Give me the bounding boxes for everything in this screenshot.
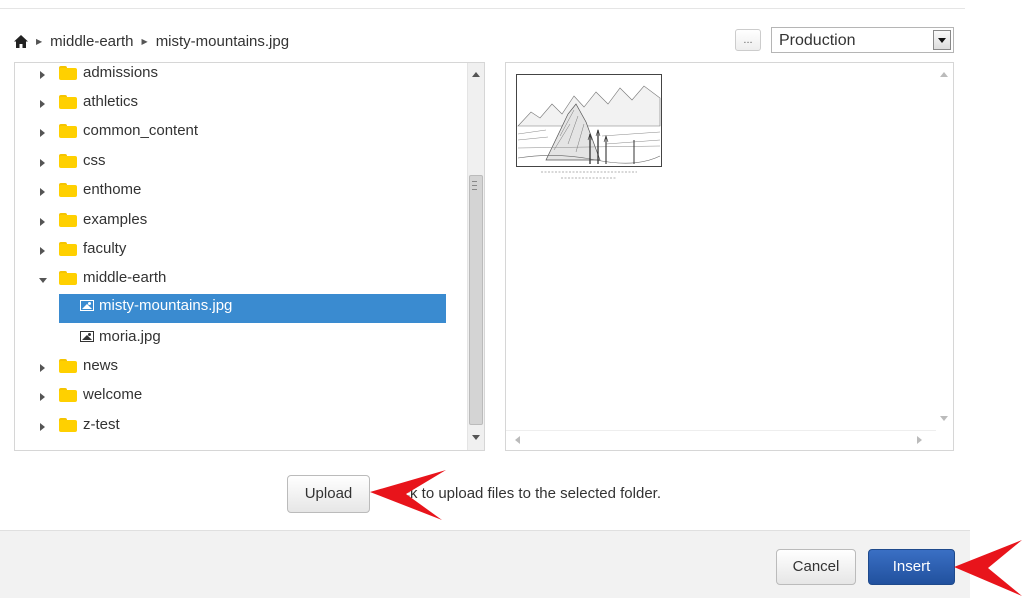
tree-item-moria[interactable]: moria.jpg xyxy=(15,325,458,354)
scroll-left-icon[interactable] xyxy=(515,436,520,444)
tree-item-misty-mountains[interactable]: misty-mountains.jpg xyxy=(59,294,446,323)
folder-icon xyxy=(59,124,77,138)
expand-caret-icon[interactable] xyxy=(40,159,45,167)
scroll-up-icon[interactable] xyxy=(940,72,948,77)
tree-item-label: news xyxy=(83,357,119,374)
folder-tree-panel: admissions athletics common_content css … xyxy=(14,62,485,451)
dropdown-arrow-icon[interactable] xyxy=(933,30,951,50)
image-preview-panel xyxy=(505,62,954,451)
expand-caret-icon[interactable] xyxy=(40,218,45,226)
environment-select-value: Production xyxy=(779,32,856,49)
tree-item-news[interactable]: news xyxy=(15,354,458,383)
tree-item-z-test[interactable]: z-test xyxy=(15,413,458,442)
tree-item-middle-earth[interactable]: middle-earth xyxy=(15,266,458,295)
scroll-down-icon[interactable] xyxy=(472,435,480,440)
breadcrumb-separator-icon: ▶ xyxy=(36,36,43,46)
upload-button[interactable]: Upload xyxy=(287,475,370,513)
tree-item-label: css xyxy=(83,152,106,169)
scroll-right-icon[interactable] xyxy=(917,436,922,444)
folder-icon xyxy=(59,213,77,227)
folder-icon xyxy=(59,271,77,285)
folder-icon xyxy=(59,154,77,168)
folder-icon xyxy=(59,242,77,256)
tree-item-label: z-test xyxy=(83,416,120,433)
insert-button[interactable]: Insert xyxy=(868,549,955,585)
top-divider xyxy=(0,8,965,9)
folder-icon xyxy=(59,388,77,402)
preview-vertical-scrollbar[interactable] xyxy=(936,63,953,431)
expand-caret-icon[interactable] xyxy=(40,393,45,401)
folder-icon xyxy=(59,418,77,432)
tree-item-label: middle-earth xyxy=(83,269,167,286)
home-icon[interactable] xyxy=(14,34,28,48)
expand-caret-icon[interactable] xyxy=(40,364,45,372)
folder-icon xyxy=(59,66,77,80)
collapse-caret-icon[interactable] xyxy=(39,278,47,283)
expand-caret-icon[interactable] xyxy=(40,129,45,137)
expand-caret-icon[interactable] xyxy=(40,71,45,79)
breadcrumb-separator-icon: ▶ xyxy=(141,36,148,46)
scroll-down-icon[interactable] xyxy=(940,416,948,421)
expand-caret-icon[interactable] xyxy=(40,423,45,431)
tree-item-athletics[interactable]: athletics xyxy=(15,90,458,119)
folder-icon xyxy=(59,95,77,109)
tree-item-examples[interactable]: examples xyxy=(15,208,458,237)
breadcrumb-item-folder[interactable]: middle-earth xyxy=(50,33,133,50)
breadcrumb: ▶ middle-earth ▶ misty-mountains.jpg xyxy=(14,31,289,51)
mountain-engraving-thumbnail xyxy=(516,74,662,179)
tree-scrollbar[interactable] xyxy=(467,63,484,450)
tree-item-label: examples xyxy=(83,211,148,228)
breadcrumb-item-file[interactable]: misty-mountains.jpg xyxy=(156,33,289,50)
expand-caret-icon[interactable] xyxy=(40,188,45,196)
folder-icon xyxy=(59,183,77,197)
annotation-arrow-upload xyxy=(370,470,446,520)
more-options-button[interactable]: ... xyxy=(735,29,761,51)
folder-icon xyxy=(59,359,77,373)
tree-item-common-content[interactable]: common_content xyxy=(15,119,458,148)
cancel-button[interactable]: Cancel xyxy=(776,549,856,585)
tree-item-admissions[interactable]: admissions xyxy=(15,63,458,90)
scroll-grip-icon xyxy=(472,181,477,190)
tree-item-label: moria.jpg xyxy=(99,328,161,345)
tree-item-faculty[interactable]: faculty xyxy=(15,237,458,266)
expand-caret-icon[interactable] xyxy=(40,100,45,108)
preview-horizontal-scrollbar[interactable] xyxy=(506,430,936,450)
scroll-up-icon[interactable] xyxy=(472,72,480,77)
tree-item-css[interactable]: css xyxy=(15,149,458,178)
tree-item-label: misty-mountains.jpg xyxy=(99,297,233,314)
image-file-icon xyxy=(80,331,94,342)
tree-item-enthome[interactable]: enthome xyxy=(15,178,458,207)
scrollbar-thumb[interactable] xyxy=(469,175,483,425)
tree-item-label: athletics xyxy=(83,93,139,110)
image-file-icon xyxy=(80,300,94,311)
tree-item-welcome[interactable]: welcome xyxy=(15,383,458,412)
tree-item-label: enthome xyxy=(83,181,142,198)
tree-item-label: admissions xyxy=(83,64,159,81)
annotation-arrow-insert xyxy=(954,540,1022,596)
tree-item-label: faculty xyxy=(83,240,127,257)
expand-caret-icon[interactable] xyxy=(40,247,45,255)
tree-item-label: common_content xyxy=(83,122,199,139)
environment-select[interactable]: Production xyxy=(771,27,954,53)
tree-item-label: welcome xyxy=(83,386,143,403)
